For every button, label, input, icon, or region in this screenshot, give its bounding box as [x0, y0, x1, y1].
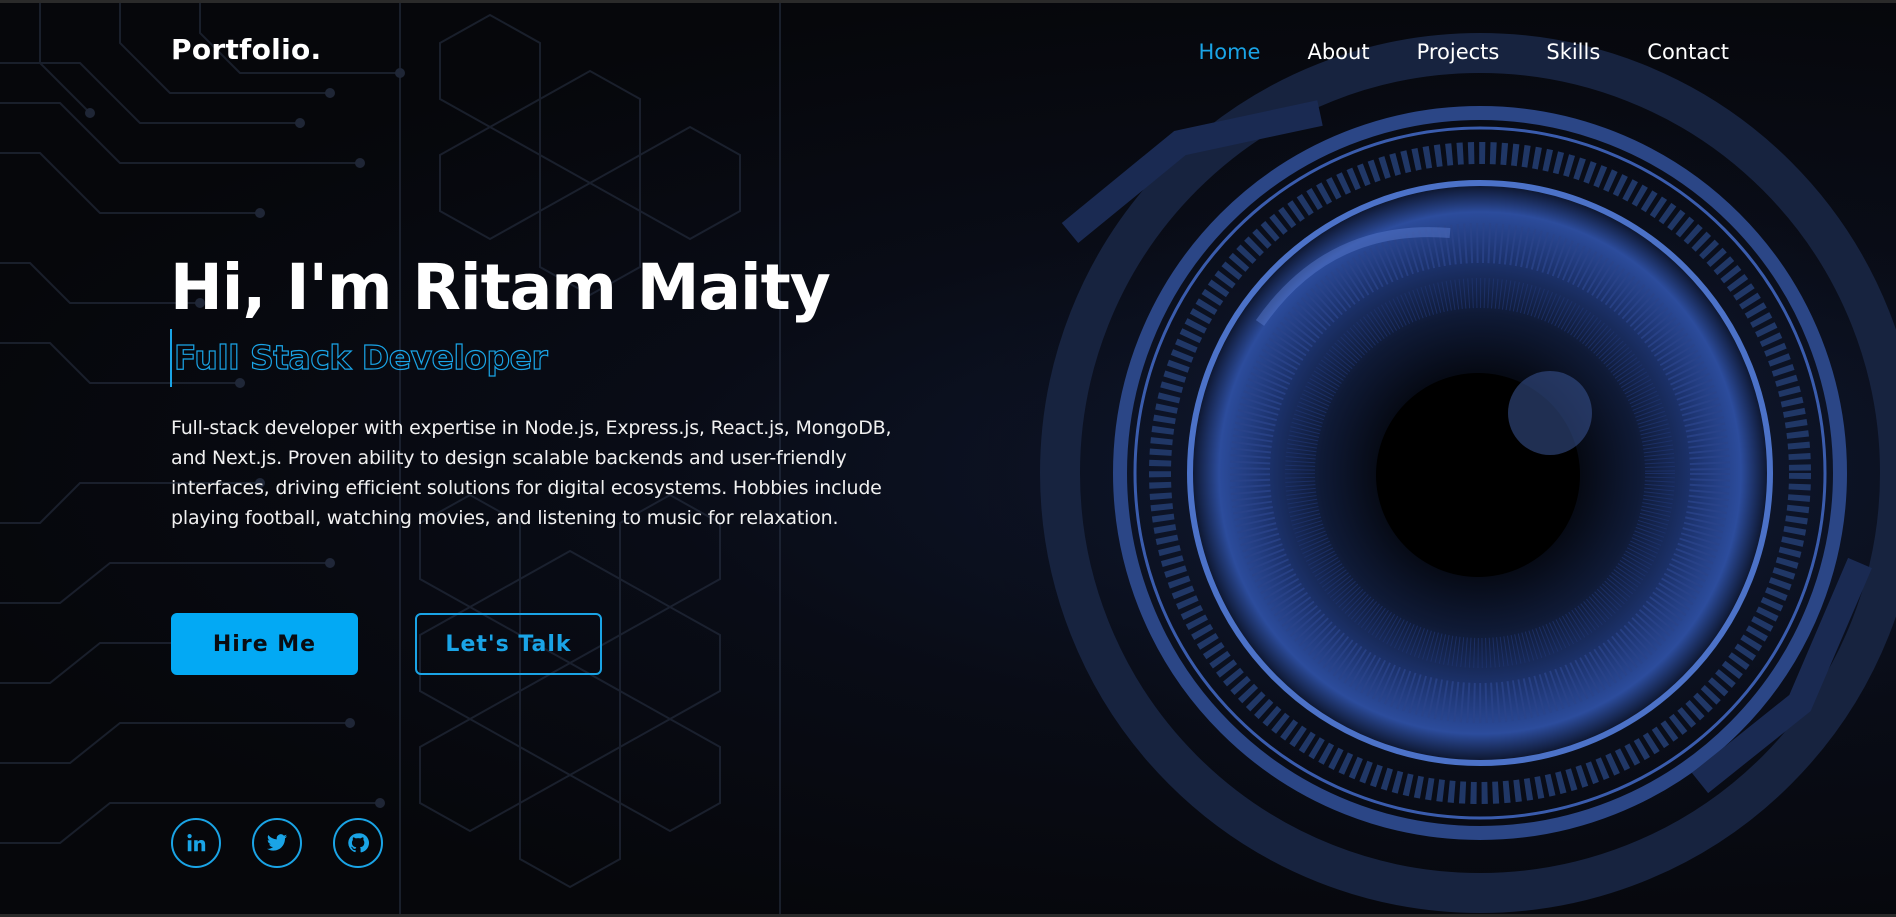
typing-caret-container: Full Stack Developer: [170, 329, 548, 387]
nav-link-projects[interactable]: Projects: [1417, 40, 1500, 64]
nav-link-home[interactable]: Home: [1198, 40, 1260, 64]
linkedin-link[interactable]: [171, 818, 221, 868]
eye-illustration: [960, 3, 1896, 914]
github-link[interactable]: [333, 818, 383, 868]
hire-me-button[interactable]: Hire Me: [171, 613, 358, 675]
twitter-icon: [266, 834, 288, 851]
role-subtitle: Full Stack Developer: [173, 337, 548, 377]
main-nav: Home About Projects Skills Contact: [1198, 40, 1729, 64]
nav-link-contact[interactable]: Contact: [1647, 40, 1729, 64]
nav-link-skills[interactable]: Skills: [1546, 40, 1600, 64]
twitter-link[interactable]: [252, 818, 302, 868]
portfolio-page: Portfolio. Home About Projects Skills Co…: [0, 0, 1896, 917]
navbar: Portfolio. Home About Projects Skills Co…: [0, 3, 1896, 103]
hero-bio: Full-stack developer with expertise in N…: [171, 417, 892, 529]
social-links: [171, 818, 383, 868]
linkedin-icon: [187, 834, 206, 852]
site-logo[interactable]: Portfolio.: [171, 33, 321, 66]
github-icon: [348, 833, 369, 853]
nav-link-about[interactable]: About: [1307, 40, 1369, 64]
lets-talk-button[interactable]: Let's Talk: [415, 613, 602, 675]
hero-title: Hi, I'm Ritam Maity: [170, 251, 831, 324]
